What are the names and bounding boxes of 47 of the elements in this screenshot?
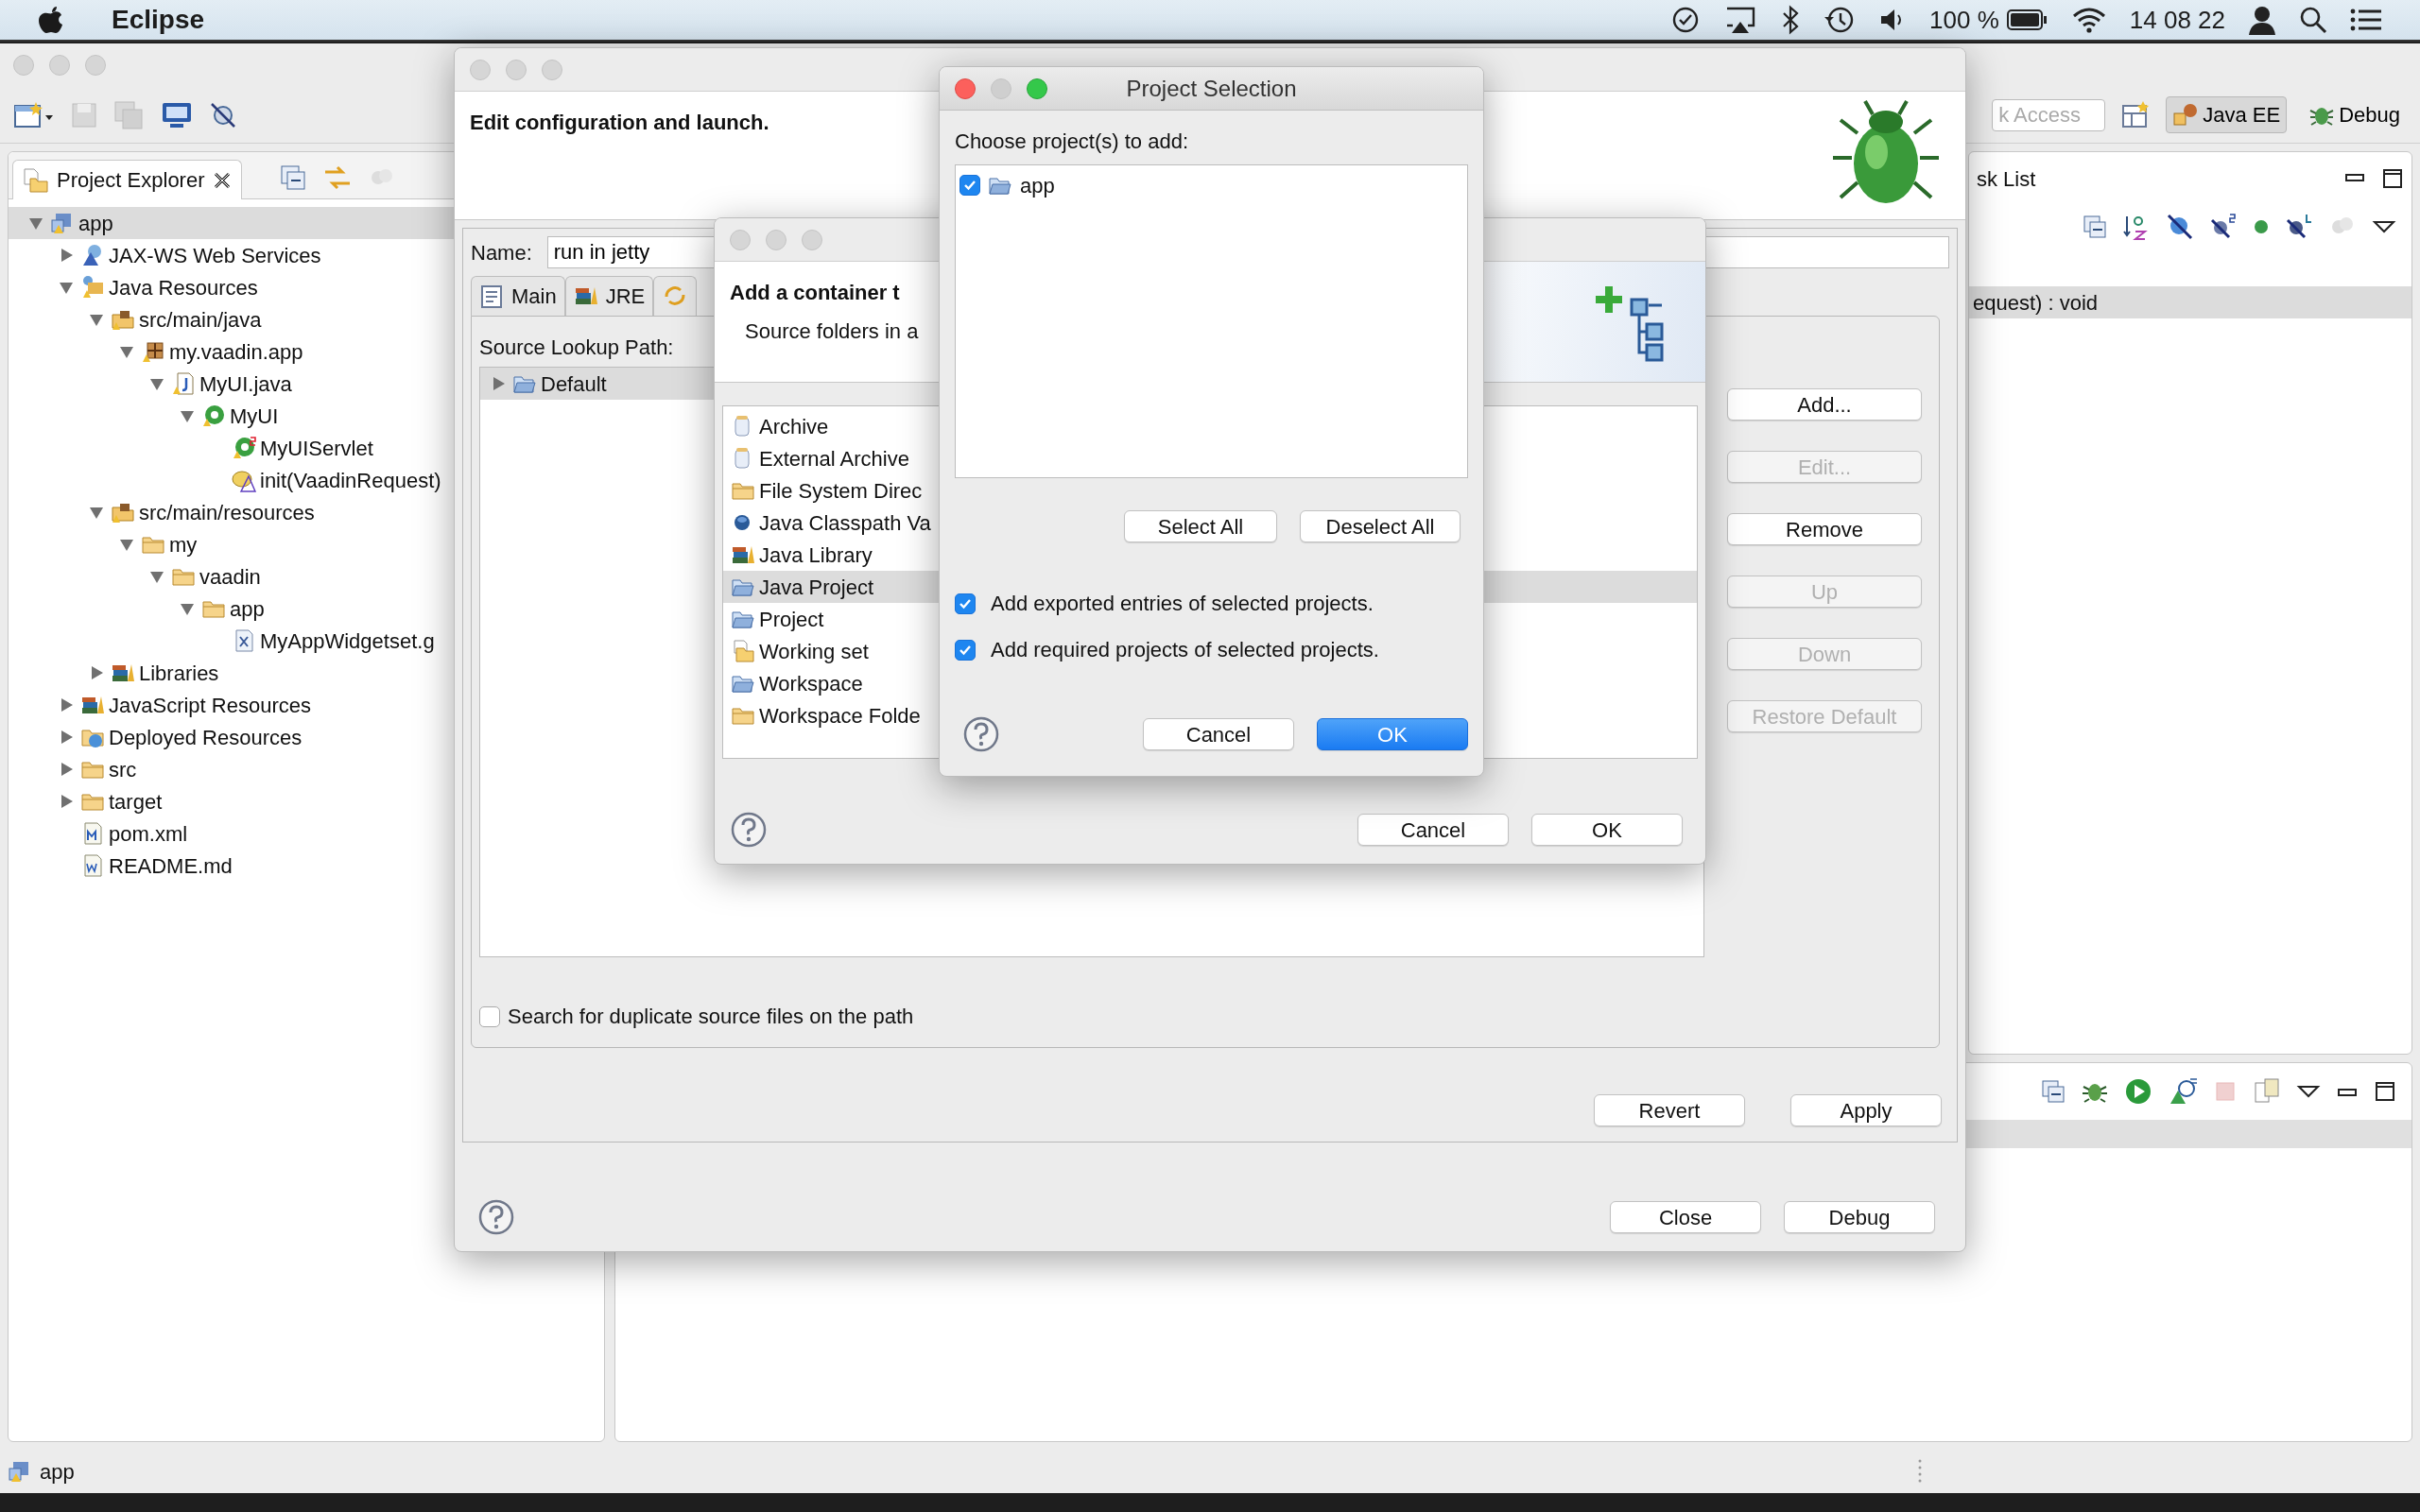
tree-item-label: README.md	[109, 852, 233, 880]
tree-item-label: my	[169, 531, 198, 558]
dialog-heading: Add a container t	[730, 280, 901, 306]
checkbox-label: Search for duplicate source files on the path	[508, 1004, 914, 1030]
dialog-description: Source folders in a	[744, 318, 919, 345]
prompt-text: Choose project(s) to add:	[955, 129, 1190, 155]
list-item-label: Archive	[759, 413, 829, 440]
outline-item-label: equest) : void	[1973, 289, 2099, 317]
tree-item-label: Libraries	[139, 660, 219, 687]
field-label: Name:	[471, 239, 532, 266]
list-item-label: app	[1020, 172, 1055, 199]
dialog-heading: Edit configuration and launch.	[470, 110, 769, 136]
battery-percentage: 100 %	[1929, 4, 1999, 36]
window-title: Project Selection	[1126, 74, 1297, 103]
list-item-label: Workspace Folde	[759, 702, 921, 730]
section-label: Source Lookup Path:	[479, 335, 674, 361]
list-item-label: Java Project	[759, 574, 874, 601]
tree-item-label: app	[230, 595, 265, 623]
tree-item-label: src	[109, 756, 137, 783]
list-item-label: File System Direc	[759, 477, 923, 505]
tree-item-label: app	[78, 210, 113, 237]
tree-item-label: Deployed Resources	[109, 724, 302, 751]
tree-item-label: JavaScript Resources	[109, 692, 311, 719]
tree-item-label: MyUI	[230, 403, 279, 430]
list-item-label: Project	[759, 606, 824, 633]
tree-item-label: Default	[541, 370, 607, 398]
tree-item-label: MyAppWidgetset.g	[260, 627, 435, 655]
tree-item-label: target	[109, 788, 163, 816]
checkbox-label: Add required projects of selected projects.	[991, 637, 1379, 663]
tree-item-label: vaadin	[199, 563, 261, 591]
tree-item-label: src/main/java	[139, 306, 262, 334]
tree-item-label: my.vaadin.app	[169, 338, 303, 366]
checkbox-label: Add exported entries of selected projects.	[991, 591, 1374, 617]
list-item-label: Java Classpath Va	[759, 509, 931, 537]
list-item-label: Java Library	[759, 541, 873, 569]
list-item-label: Workspace	[759, 670, 863, 697]
tree-item-label: init(VaadinRequest)	[260, 467, 441, 494]
status-text: app	[40, 1458, 75, 1486]
list-item-label: Working set	[759, 638, 869, 665]
tree-item-label: MyUIServlet	[260, 435, 373, 462]
list-item-label: External Archive	[759, 445, 909, 472]
tree-item-label: Java Resources	[109, 274, 258, 301]
tree-item-label: src/main/resources	[139, 499, 315, 526]
view-tab-title: Project Explorer	[57, 167, 205, 194]
tree-item-label: JAX-WS Web Services	[109, 242, 321, 269]
tree-item-label: MyUI.java	[199, 370, 292, 398]
tree-item-label: pom.xml	[109, 820, 188, 848]
